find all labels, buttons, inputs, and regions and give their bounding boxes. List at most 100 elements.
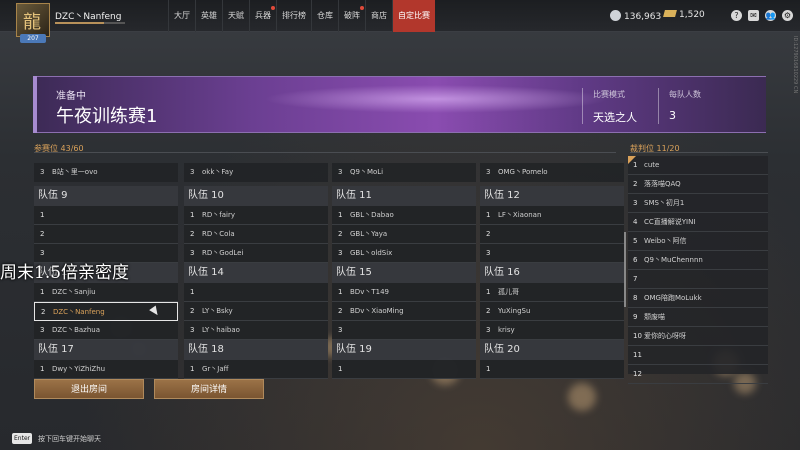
team-card: 队伍 15 1 BDv丶T149 2 BDv丶XiaoMing 3 (332, 263, 476, 340)
mode-label: 比赛模式 (593, 90, 625, 99)
team-slot[interactable]: 1 (480, 360, 624, 379)
team-slot[interactable]: 1 RD丶fairy (184, 206, 328, 225)
referee-slot[interactable]: 11 (628, 346, 768, 365)
team-name: 队伍 15 (332, 263, 476, 283)
slot-player-name: RD丶GodLei (202, 249, 244, 257)
match-title: 午夜训练赛1 (56, 106, 158, 127)
team-slot[interactable]: 3 B站丶里一ovo (34, 163, 178, 182)
team-name: 队伍 19 (332, 340, 476, 360)
team-slot[interactable]: 2 (480, 225, 624, 244)
help-icon[interactable]: ? (731, 10, 742, 21)
team-list-scrollbar[interactable] (624, 232, 626, 307)
team-slot[interactable]: 1 DZC丶Sanjiu (34, 283, 178, 302)
nav-item[interactable]: 大厅 (168, 0, 195, 32)
referee-slot[interactable]: 2 落落喵QAQ (628, 175, 768, 194)
slot-number: 1 (486, 288, 491, 296)
referee-slot[interactable]: 3 SMS丶初月1 (628, 194, 768, 213)
friends-icon[interactable]: 👥 (765, 10, 776, 21)
team-slot[interactable]: 1 LF丶Xiaonan (480, 206, 624, 225)
referee-slot[interactable]: 9 颓废喵 (628, 308, 768, 327)
banner-divider (658, 88, 659, 124)
team-slot[interactable]: 2 RD丶Cola (184, 225, 328, 244)
team-slot[interactable]: 1 (332, 360, 476, 379)
slot-number: 2 (40, 230, 45, 238)
referee-slot[interactable]: 10 爱你的心呀呀 (628, 327, 768, 346)
referee-slot[interactable]: 4 CC直播解说YINI (628, 213, 768, 232)
slot-player-name: Q9丶MoLi (350, 168, 384, 176)
leave-room-button[interactable]: 退出房间 (34, 379, 144, 399)
referee-slot[interactable]: 12 (628, 365, 768, 384)
nav-item[interactable]: 英雄 (195, 0, 222, 32)
nav-item[interactable]: 仓库 (311, 0, 338, 32)
avatar[interactable]: 龍 (16, 3, 50, 37)
nav-item-label: 仓库 (317, 11, 333, 20)
team-card: 队伍 11 1 GBL丶Dabao 2 GBL丶Yaya 3 GBL丶oldSix (332, 186, 476, 263)
team-slot[interactable]: 1 Dwy丶YiZhiZhu (34, 360, 178, 379)
nav-item[interactable]: 破阵 (338, 0, 365, 32)
referee-slot[interactable]: 8 OMG陪跑MoLukk (628, 289, 768, 308)
slot-player-name: LY丶Bsky (202, 307, 233, 315)
nav-item[interactable]: 天赋 (222, 0, 249, 32)
nav-item[interactable]: 兵器 (249, 0, 276, 32)
referee-number: 10 (633, 332, 642, 340)
team-slot-selected[interactable]: 2 DZC丶Nanfeng (34, 302, 178, 321)
slot-number: 1 (486, 211, 491, 219)
referee-slot[interactable]: 5 Weibo丶阿信 (628, 232, 768, 251)
team-slot[interactable]: 3 DZC丶Bazhua (34, 321, 178, 340)
team-slot[interactable]: 1 (184, 283, 328, 302)
team-slot[interactable]: 3 krisy (480, 321, 624, 340)
section-divider (34, 152, 616, 153)
team-slot[interactable]: 2 LY丶Bsky (184, 302, 328, 321)
slot-number: 1 (338, 288, 343, 296)
team-slot[interactable]: 1 Gr丶Jaff (184, 360, 328, 379)
match-status: 准备中 (56, 91, 86, 102)
notification-dot-icon (360, 6, 364, 10)
team-name: 队伍 10 (184, 186, 328, 206)
referee-number: 8 (633, 294, 638, 302)
chat-hint: 按下回车键开始聊天 (38, 435, 101, 443)
slot-player-name: BDv丶T149 (350, 288, 389, 296)
team-slot[interactable]: 3 LY丶haibao (184, 321, 328, 340)
main-nav: 大厅 英雄 天赋 兵器 排行榜 仓库 破阵 商店 自定比赛 (168, 0, 435, 32)
slot-player-name: GBL丶Yaya (350, 230, 388, 238)
mail-icon[interactable]: ✉ (748, 10, 759, 21)
slot-number: 3 (338, 326, 343, 334)
slot-player-name: YuXingSu (498, 307, 531, 315)
referee-slot[interactable]: 1 cute (628, 156, 768, 175)
team-slot[interactable]: 3 OMG丶Pomelo (480, 163, 624, 182)
nav-item-label: 兵器 (255, 11, 271, 20)
team-slot[interactable]: 3 Q9丶MoLi (332, 163, 476, 182)
team-slot[interactable]: 3 GBL丶oldSix (332, 244, 476, 263)
team-slot[interactable]: 3 okk丶Fay (184, 163, 328, 182)
banner-edge (33, 76, 37, 133)
team-slot[interactable]: 1 GBL丶Dabao (332, 206, 476, 225)
team-slot[interactable]: 3 (480, 244, 624, 263)
referee-number: 9 (633, 313, 638, 321)
referee-number: 3 (633, 199, 638, 207)
team-slot[interactable]: 2 BDv丶XiaoMing (332, 302, 476, 321)
referee-slot[interactable]: 6 Q9丶MuChennnn (628, 251, 768, 270)
nav-item[interactable]: 自定比赛 (392, 0, 435, 32)
team-name: 队伍 18 (184, 340, 328, 360)
slot-number: 1 (40, 211, 45, 219)
team-slot[interactable]: 2 GBL丶Yaya (332, 225, 476, 244)
room-details-button[interactable]: 房间详情 (154, 379, 264, 399)
slot-player-name: Gr丶Jaff (202, 365, 229, 373)
team-slot[interactable]: 2 (34, 225, 178, 244)
team-slot[interactable]: 3 RD丶GodLei (184, 244, 328, 263)
nav-item-label: 破阵 (344, 11, 360, 20)
slot-player-name: BDv丶XiaoMing (350, 307, 404, 315)
gold-amount: 1,520 (679, 10, 705, 20)
team-slot[interactable]: 1 (34, 206, 178, 225)
referee-number: 12 (633, 370, 642, 378)
settings-gear-icon[interactable]: ⚙ (782, 10, 793, 21)
team-card: 队伍 12 1 LF丶Xiaonan 2 3 (480, 186, 624, 263)
team-slot[interactable]: 1 孤儿哥 (480, 283, 624, 302)
nav-item[interactable]: 商店 (365, 0, 392, 32)
slot-number: 2 (486, 307, 491, 315)
referee-slot[interactable]: 7 (628, 270, 768, 289)
nav-item[interactable]: 排行榜 (276, 0, 311, 32)
team-slot[interactable]: 1 BDv丶T149 (332, 283, 476, 302)
team-slot[interactable]: 2 YuXingSu (480, 302, 624, 321)
team-slot[interactable]: 3 (332, 321, 476, 340)
